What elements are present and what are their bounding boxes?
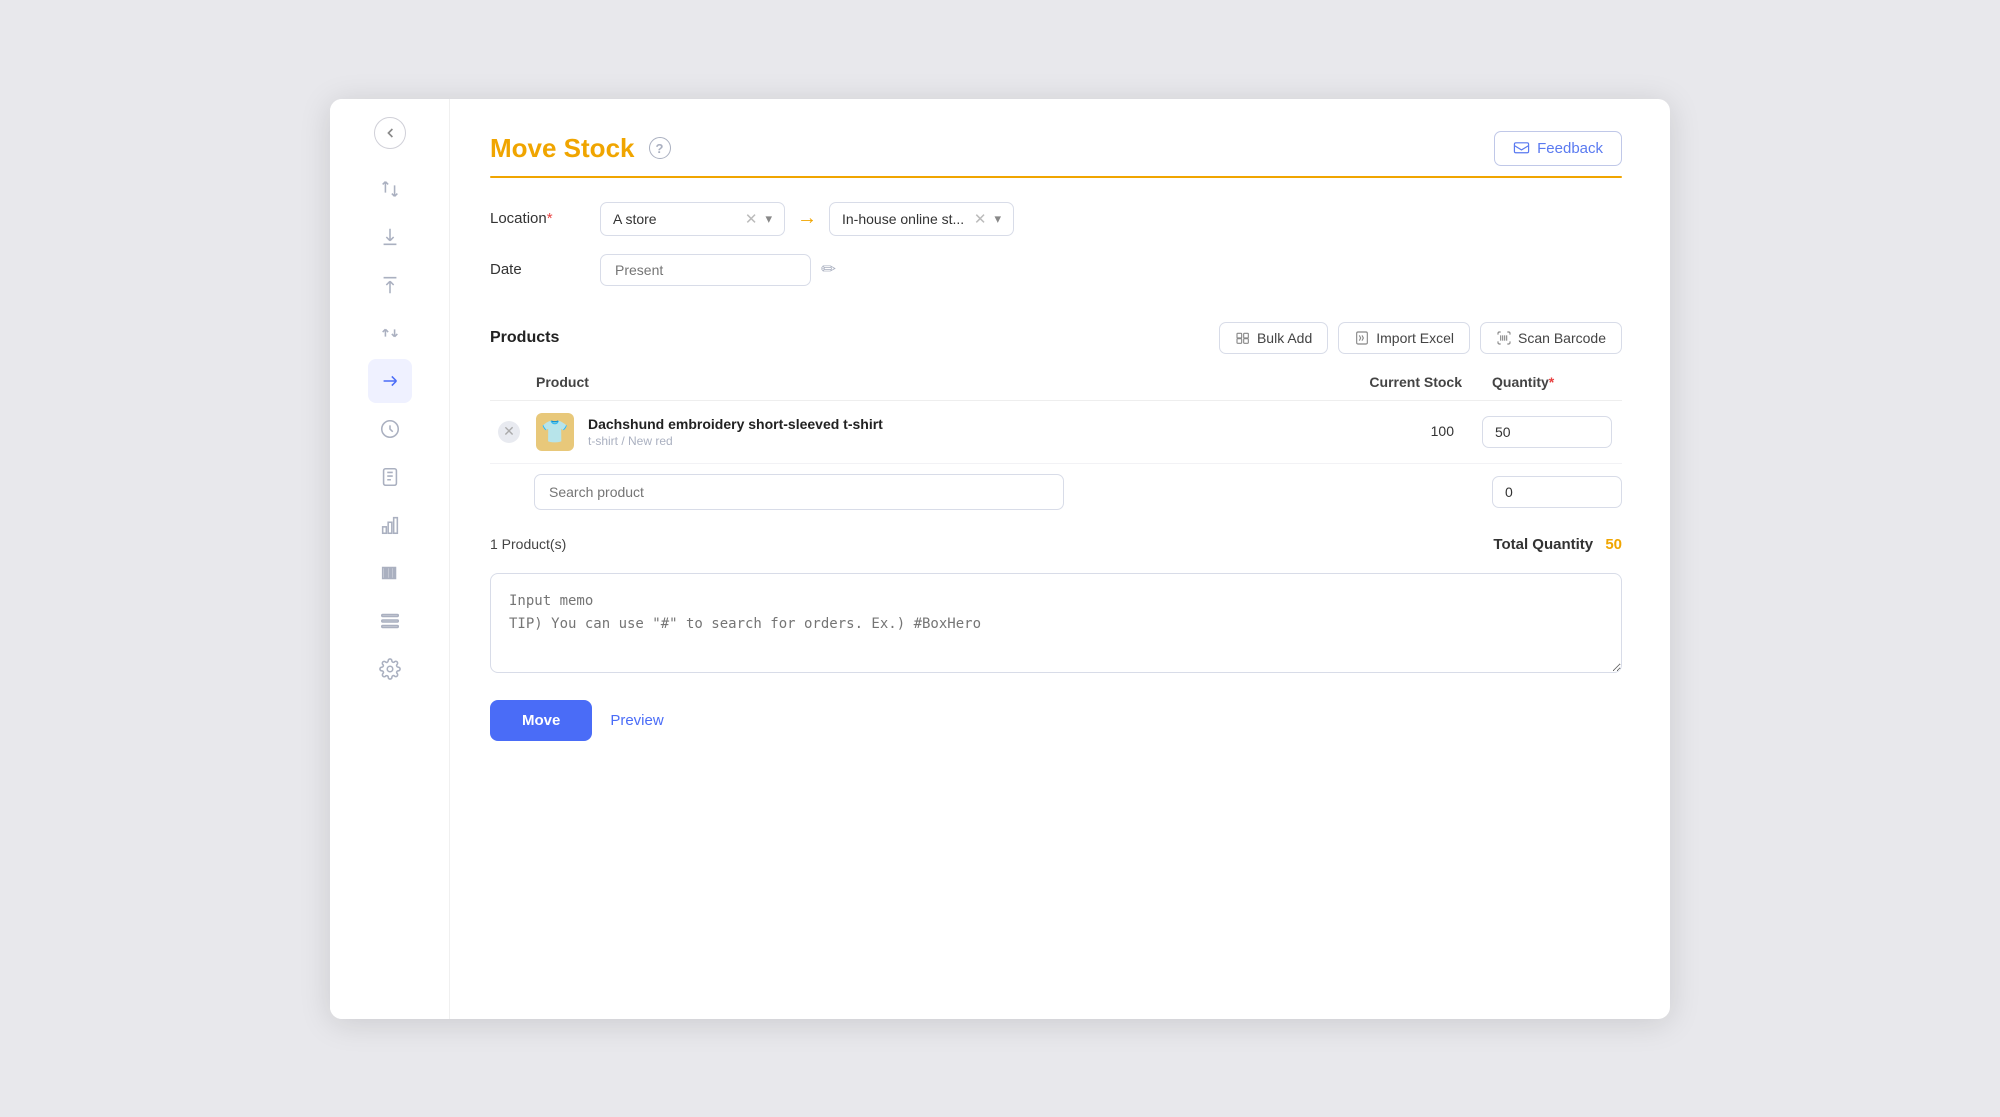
header-divider xyxy=(490,176,1622,178)
help-icon[interactable]: ? xyxy=(649,137,671,159)
location-arrow-icon: → xyxy=(797,207,817,230)
product-cell: 👕 Dachshund embroidery short-sleeved t-s… xyxy=(536,413,1274,451)
scan-barcode-button[interactable]: Scan Barcode xyxy=(1480,322,1622,354)
bulk-add-label: Bulk Add xyxy=(1257,330,1312,346)
col-product: Product xyxy=(528,364,1282,401)
sidebar-item-history[interactable] xyxy=(368,407,412,451)
product-thumbnail: 👕 xyxy=(536,413,574,451)
product-variant: t-shirt / New red xyxy=(588,434,883,448)
date-label: Date xyxy=(490,261,600,278)
location-row: Location* A store ✕ ▾ → In-house online … xyxy=(490,202,1622,236)
import-excel-icon xyxy=(1354,330,1370,346)
sidebar-item-documents[interactable] xyxy=(368,455,412,499)
total-quantity: Total Quantity 50 xyxy=(1493,536,1622,553)
product-count: 1 Product(s) xyxy=(490,536,566,552)
sidebar-toggle[interactable] xyxy=(374,117,406,149)
import-excel-label: Import Excel xyxy=(1376,330,1454,346)
location-from-clear[interactable]: ✕ xyxy=(745,210,758,228)
scan-barcode-icon xyxy=(1496,330,1512,346)
import-excel-button[interactable]: Import Excel xyxy=(1338,322,1470,354)
location-from-value: A store xyxy=(613,211,657,227)
current-stock-value: 100 xyxy=(1431,423,1454,439)
action-row: Move Preview xyxy=(490,700,1622,741)
page-title: Move Stock xyxy=(490,133,635,164)
scan-barcode-label: Scan Barcode xyxy=(1518,330,1606,346)
sidebar-item-sort[interactable] xyxy=(368,167,412,211)
sidebar-item-analytics[interactable] xyxy=(368,503,412,547)
location-label: Location* xyxy=(490,210,600,227)
search-product-input[interactable] xyxy=(534,474,1064,510)
col-quantity: Quantity* xyxy=(1462,364,1622,401)
sidebar-item-move[interactable] xyxy=(368,359,412,403)
remove-product-button[interactable]: ✕ xyxy=(498,421,520,443)
date-input[interactable] xyxy=(600,254,811,286)
location-from-select[interactable]: A store ✕ ▾ xyxy=(600,202,785,236)
sidebar-item-send[interactable] xyxy=(368,263,412,307)
table-row: ✕ 👕 Dachshund embroidery short-sleeved t… xyxy=(490,400,1622,463)
date-row: Date ✏ xyxy=(490,254,1622,286)
location-to-value: In-house online st... xyxy=(842,211,964,227)
total-quantity-label: Total Quantity xyxy=(1493,536,1593,553)
location-from-arrow[interactable]: ▾ xyxy=(765,211,772,227)
current-stock-cell: 100 xyxy=(1282,400,1462,463)
location-to-arrow[interactable]: ▾ xyxy=(994,211,1001,227)
bulk-add-button[interactable]: Bulk Add xyxy=(1219,322,1328,354)
bulk-add-icon xyxy=(1235,330,1251,346)
feedback-icon xyxy=(1513,140,1530,157)
page-header: Move Stock ? Feedback xyxy=(490,131,1622,166)
feedback-label: Feedback xyxy=(1537,140,1603,157)
products-title: Products xyxy=(490,329,559,347)
sidebar xyxy=(330,99,450,1019)
product-info: Dachshund embroidery short-sleeved t-shi… xyxy=(588,416,883,448)
products-actions: Bulk Add Import Excel Scan Barcode xyxy=(1219,322,1622,354)
sidebar-item-barcode[interactable] xyxy=(368,551,412,595)
memo-textarea[interactable] xyxy=(490,573,1622,673)
sidebar-item-adjust[interactable] xyxy=(368,311,412,355)
search-row xyxy=(490,464,1622,518)
sidebar-item-receive[interactable] xyxy=(368,215,412,259)
sidebar-item-list[interactable] xyxy=(368,599,412,643)
total-quantity-value: 50 xyxy=(1605,536,1622,553)
products-table: Product Current Stock Quantity* ✕ 👕 Dach… xyxy=(490,364,1622,464)
quantity-cell xyxy=(1462,400,1622,463)
search-qty-input[interactable] xyxy=(1492,476,1622,508)
move-button[interactable]: Move xyxy=(490,700,592,741)
location-to-clear[interactable]: ✕ xyxy=(974,210,987,228)
sidebar-item-settings[interactable] xyxy=(368,647,412,691)
feedback-button[interactable]: Feedback xyxy=(1494,131,1622,166)
col-current-stock: Current Stock xyxy=(1282,364,1462,401)
products-header: Products Bulk Add Import Excel Scan Barc… xyxy=(490,322,1622,354)
location-group: A store ✕ ▾ → In-house online st... ✕ ▾ xyxy=(600,202,1014,236)
product-name: Dachshund embroidery short-sleeved t-shi… xyxy=(588,416,883,432)
main-content: Move Stock ? Feedback Location* A store … xyxy=(450,99,1670,1019)
quantity-input[interactable] xyxy=(1482,416,1612,448)
summary-row: 1 Product(s) Total Quantity 50 xyxy=(490,536,1622,553)
edit-date-icon[interactable]: ✏ xyxy=(821,259,836,280)
location-to-select[interactable]: In-house online st... ✕ ▾ xyxy=(829,202,1014,236)
preview-button[interactable]: Preview xyxy=(610,712,663,729)
